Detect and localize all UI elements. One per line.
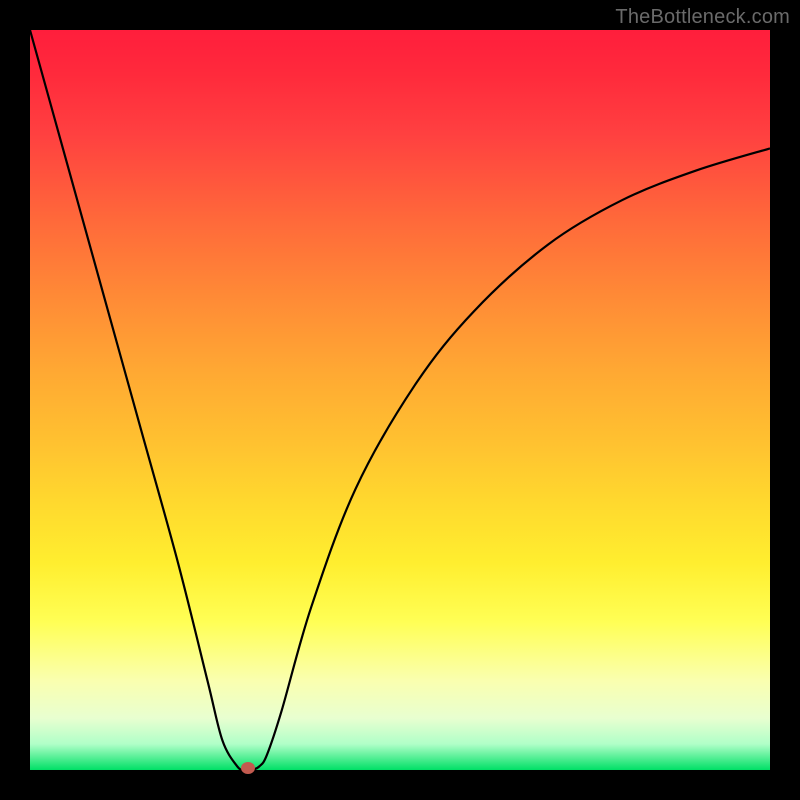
optimum-marker (241, 762, 255, 774)
bottleneck-curve (30, 30, 770, 770)
watermark: TheBottleneck.com (615, 6, 790, 29)
chart-canvas: TheBottleneck.com (0, 0, 800, 800)
plot-area (30, 30, 770, 770)
